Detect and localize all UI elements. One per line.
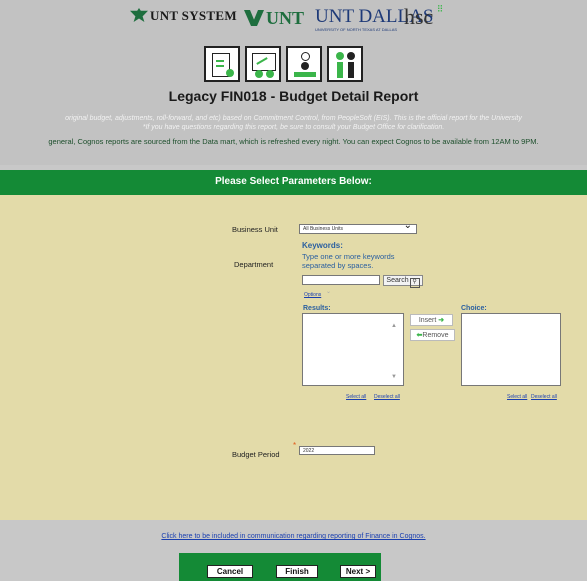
parameters-header: Please Select Parameters Below:	[0, 170, 587, 195]
choice-deselect-all-link[interactable]: Deselect all	[531, 394, 557, 400]
presentation-icon	[245, 46, 281, 82]
results-select-all-link[interactable]: Select all	[346, 394, 366, 400]
parameters-header-text: Please Select Parameters Below:	[215, 176, 372, 187]
choice-select-all-link[interactable]: Select all	[507, 394, 527, 400]
choice-label: Choice:	[461, 305, 487, 312]
keywords-title: Keywords:	[302, 241, 343, 250]
options-link[interactable]: Options	[304, 292, 321, 298]
budget-period-input[interactable]: 2022	[299, 446, 375, 455]
results-label: Results:	[303, 305, 331, 312]
report-description-line-2: *If you have questions regarding this re…	[142, 124, 445, 131]
unt-dallas-logo-subtext: UNIVERSITY OF NORTH TEXAS AT DALLAS	[315, 27, 398, 32]
insert-button[interactable]: Insert ➜	[410, 314, 453, 326]
report-icons	[0, 46, 587, 86]
search-button-label: Search	[386, 277, 409, 284]
team-people-icon	[327, 46, 363, 82]
unt-system-logo: UNT SYSTEM	[130, 8, 237, 24]
business-unit-selected-value: All Business Units	[303, 226, 344, 232]
cancel-button[interactable]: Cancel	[207, 565, 253, 578]
scroll-up-icon[interactable]: ▲	[391, 323, 397, 329]
reader-idea-icon	[286, 46, 322, 82]
report-description: original budget, adjustments, roll-forwa…	[0, 114, 587, 132]
logo-strip: UNT SYSTEM UNT UNT DALLAS UNIVERSITY OF N…	[0, 4, 587, 32]
results-listbox[interactable]: ▲ ▼	[302, 313, 404, 386]
report-title: Legacy FIN018 - Budget Detail Report	[168, 88, 419, 104]
arrow-right-icon: ➜	[438, 317, 445, 324]
document-report-icon	[204, 46, 240, 82]
budget-period-label: Budget Period	[232, 450, 280, 459]
business-unit-select[interactable]: All Business Units ⌄	[299, 220, 417, 234]
remove-button[interactable]: ⬅Remove	[410, 329, 455, 341]
remove-button-label: Remove	[422, 332, 449, 339]
unt-system-logo-text: UNT SYSTEM	[150, 8, 237, 23]
unt-logo: UNT	[244, 8, 304, 29]
results-deselect-all-link[interactable]: Deselect all	[374, 394, 400, 400]
unt-eagle-icon	[244, 10, 264, 26]
next-button[interactable]: Next >	[340, 565, 376, 578]
keyword-search-input[interactable]	[302, 275, 380, 285]
hsc-dots-icon: ⠿	[436, 4, 444, 14]
report-description-line-1: original budget, adjustments, roll-forwa…	[65, 115, 522, 122]
search-button[interactable]: Search ⚲	[383, 275, 423, 288]
choice-listbox[interactable]	[461, 313, 561, 386]
unt-logo-text: UNT	[266, 8, 305, 28]
finance-communication-link[interactable]: Click here to be included in communicati…	[0, 533, 587, 540]
parameters-panel: Business Unit All Business Units ⌄ Keywo…	[0, 195, 587, 520]
hsc-logo: hsc ⠿	[404, 4, 443, 30]
business-unit-label: Business Unit	[232, 225, 278, 234]
chevron-down-icon: ⌄	[403, 220, 412, 231]
hsc-logo-text: hsc	[404, 4, 434, 29]
chevron-down-icon: ⌄	[326, 289, 332, 295]
scroll-down-icon[interactable]: ▼	[391, 374, 397, 380]
search-icon: ⚲	[409, 278, 420, 288]
unt-eagle-icon	[130, 8, 148, 22]
insert-button-label: Insert	[418, 317, 437, 324]
department-label: Department	[234, 260, 274, 269]
finish-button[interactable]: Finish	[276, 565, 318, 578]
wizard-buttons: Cancel Finish Next >	[179, 553, 381, 581]
cognos-availability-note: general, Cognos reports are sourced from…	[48, 137, 539, 146]
keywords-help: Type one or more keywords separated by s…	[302, 252, 395, 270]
header-banner: UNT SYSTEM UNT UNT DALLAS UNIVERSITY OF N…	[0, 0, 587, 165]
required-marker: *	[293, 441, 297, 450]
